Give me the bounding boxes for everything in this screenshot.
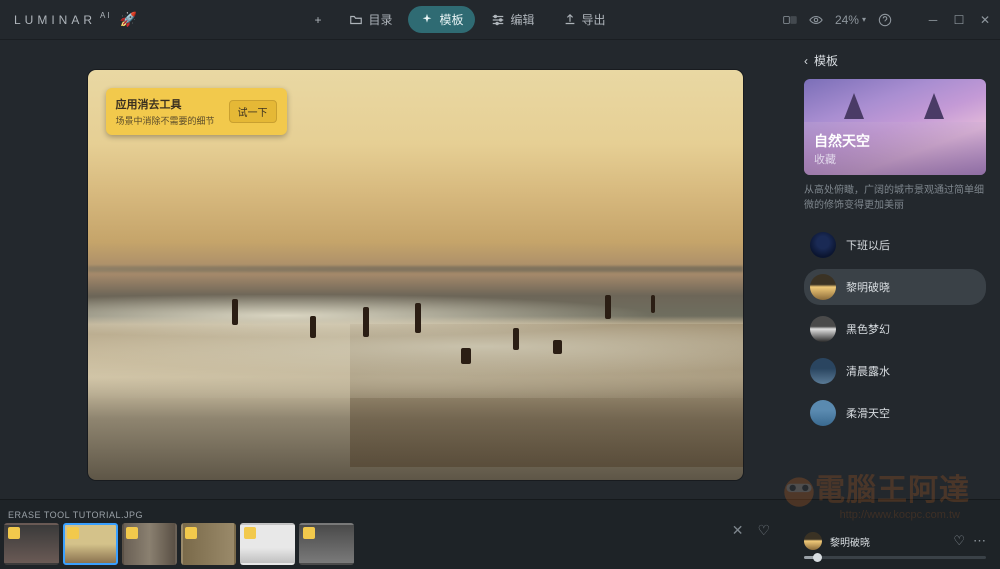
brand-suffix: AI: [100, 11, 112, 20]
thumbnail[interactable]: [122, 523, 177, 565]
nav-catalog[interactable]: 目录: [337, 6, 404, 33]
top-right-controls: 24% ▾ ─ ☐ ✕: [783, 13, 992, 27]
nav-label: 导出: [582, 11, 606, 28]
preset-item-softsky[interactable]: 柔滑天空: [804, 395, 986, 431]
filmstrip-actions: ✕ ♡: [712, 522, 790, 569]
preset-strength-slider[interactable]: [804, 556, 986, 559]
chevron-down-icon: ▾: [862, 15, 866, 24]
preset-label: 清晨露水: [846, 363, 890, 379]
scene-figure: [363, 307, 369, 337]
preset-item-dawn[interactable]: 黎明破晓: [804, 269, 986, 305]
preset-list: 下班以后 黎明破晓 黑色梦幻 清晨露水 柔滑天空: [804, 227, 986, 431]
thumbnail[interactable]: [240, 523, 295, 565]
applied-preset-label: 黎明破晓: [830, 534, 945, 549]
preset-item-afterwork[interactable]: 下班以后: [804, 227, 986, 263]
preset-thumb: [810, 316, 836, 342]
nav-export[interactable]: 导出: [551, 6, 618, 33]
folder-icon: [349, 13, 363, 27]
preset-label: 下班以后: [846, 237, 890, 253]
right-panel: ‹ 模板 自然天空 收藏 从高处俯瞰，广阔的城市景观通过简单细微的修饰变得更加美…: [790, 40, 1000, 499]
eye-icon[interactable]: [809, 13, 823, 27]
tip-badge-icon: [8, 527, 20, 539]
preset-label: 黑色梦幻: [846, 321, 890, 337]
slider-knob[interactable]: [813, 553, 822, 562]
sliders-icon: [491, 13, 505, 27]
preset-more-button[interactable]: ⋯: [973, 533, 986, 549]
sparkle-icon: [420, 13, 434, 27]
app-brand: LUMINAR AI 🚀: [8, 11, 137, 28]
collection-description: 从高处俯瞰，广阔的城市景观通过简单细微的修饰变得更加美丽: [804, 183, 986, 213]
preset-item-darkdream[interactable]: 黑色梦幻: [804, 311, 986, 347]
window-close[interactable]: ✕: [978, 13, 992, 27]
image-canvas[interactable]: 应用消去工具 场景中消除不需要的细节 试一下: [88, 70, 743, 480]
top-bar: LUMINAR AI 🚀 + 目录 模板 编辑 导出 24% ▾: [0, 0, 1000, 40]
canvas-area: 应用消去工具 场景中消除不需要的细节 试一下: [0, 40, 790, 499]
thumbnail[interactable]: [181, 523, 236, 565]
zoom-dropdown[interactable]: 24% ▾: [835, 13, 866, 27]
preset-thumb: [810, 358, 836, 384]
tip-try-button[interactable]: 试一下: [229, 100, 277, 123]
scene-figure: [553, 340, 562, 354]
panel-title: 模板: [814, 52, 838, 69]
nav-label: 编辑: [510, 11, 534, 28]
preset-item-morningdew[interactable]: 清晨露水: [804, 353, 986, 389]
brand-name: LUMINAR: [14, 13, 96, 27]
help-icon[interactable]: [878, 13, 892, 27]
nav-templates[interactable]: 模板: [408, 6, 475, 33]
scene-figure: [415, 303, 421, 333]
tip-badge-icon: [67, 527, 79, 539]
scene-figure: [513, 328, 519, 350]
preset-label: 柔滑天空: [846, 405, 890, 421]
scene-figure: [605, 295, 611, 319]
plus-icon: +: [314, 13, 321, 27]
thumbnail[interactable]: [4, 523, 59, 565]
panel-back[interactable]: ‹ 模板: [804, 52, 986, 69]
compare-icon[interactable]: [783, 13, 797, 27]
filmstrip: ERASE TOOL TUTORIAL.JPG ✕ ♡ 黎明破晓 ♡ ⋯: [0, 499, 1000, 569]
workspace: 应用消去工具 场景中消除不需要的细节 试一下 ‹ 模板 自然天空 收藏 从高处俯…: [0, 40, 1000, 499]
preset-thumb: [810, 232, 836, 258]
tip-badge-icon: [303, 527, 315, 539]
preset-collection-hero[interactable]: 自然天空 收藏: [804, 79, 986, 175]
favorite-button[interactable]: ♡: [757, 522, 770, 539]
hero-title: 自然天空: [814, 131, 870, 151]
applied-preset-thumb: [804, 532, 822, 550]
scene-figure: [461, 348, 471, 364]
zoom-value: 24%: [835, 13, 859, 27]
add-button[interactable]: +: [302, 6, 333, 33]
scene-figure: [232, 299, 238, 325]
scene-horizon: [88, 266, 743, 272]
reject-button[interactable]: ✕: [732, 522, 744, 539]
nav-label: 目录: [368, 11, 392, 28]
nav-label: 模板: [439, 11, 463, 28]
thumbnail-strip: [4, 523, 712, 565]
tip-badge-icon: [126, 527, 138, 539]
hero-subtitle: 收藏: [814, 151, 870, 167]
preset-label: 黎明破晓: [846, 279, 890, 295]
window-minimize[interactable]: ─: [926, 13, 940, 27]
scene-figure: [651, 295, 655, 313]
top-nav: + 目录 模板 编辑 导出: [137, 6, 783, 33]
export-icon: [563, 13, 577, 27]
chevron-left-icon: ‹: [804, 54, 808, 68]
rocket-icon: 🚀: [120, 11, 137, 28]
nav-edit[interactable]: 编辑: [479, 6, 546, 33]
tip-badge-icon: [244, 527, 256, 539]
window-maximize[interactable]: ☐: [952, 13, 966, 27]
scene-figure: [310, 316, 316, 338]
current-filename: ERASE TOOL TUTORIAL.JPG: [8, 510, 712, 520]
tip-card: 应用消去工具 场景中消除不需要的细节 试一下: [106, 88, 287, 135]
tip-title: 应用消去工具: [116, 96, 215, 112]
applied-preset-panel: 黎明破晓 ♡ ⋯: [790, 524, 1000, 569]
preset-thumb: [810, 400, 836, 426]
thumbnail[interactable]: [299, 523, 354, 565]
preset-thumb: [810, 274, 836, 300]
tip-badge-icon: [185, 527, 197, 539]
thumbnail[interactable]: [63, 523, 118, 565]
tip-subtitle: 场景中消除不需要的细节: [116, 114, 215, 127]
preset-favorite-button[interactable]: ♡: [953, 533, 965, 549]
